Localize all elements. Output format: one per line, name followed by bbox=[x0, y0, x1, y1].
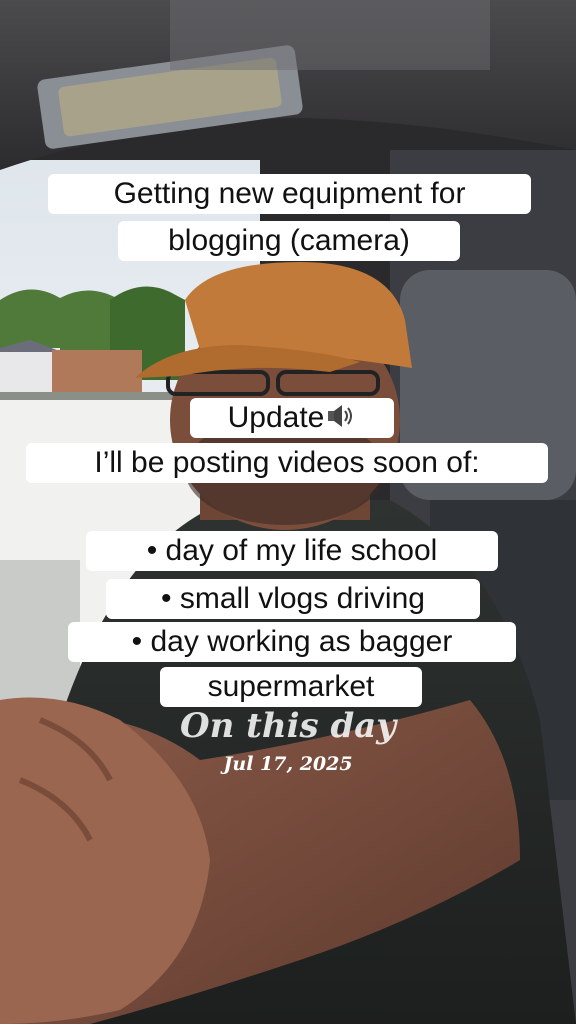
video-frame: Getting new equipment for blogging (came… bbox=[0, 0, 576, 1024]
caption-update-text: Update bbox=[227, 401, 325, 434]
caption-line-1: Getting new equipment for bbox=[48, 174, 531, 214]
on-this-day-label: On this day bbox=[179, 706, 397, 746]
caption-bullet-3-cont: supermarket bbox=[160, 667, 422, 707]
caption-update: Update bbox=[190, 398, 394, 438]
caption-bullet-2: • small vlogs driving bbox=[106, 579, 480, 619]
caption-bullet-3: • day working as bagger bbox=[68, 622, 516, 662]
memory-date: Jul 17, 2025 bbox=[223, 753, 353, 775]
caption-line-4: I’ll be posting videos soon of: bbox=[26, 443, 548, 483]
caption-line-2: blogging (camera) bbox=[118, 221, 460, 261]
video-background bbox=[0, 0, 576, 1024]
speaker-loud-icon bbox=[326, 401, 356, 429]
caption-bullet-1: • day of my life school bbox=[86, 531, 498, 571]
